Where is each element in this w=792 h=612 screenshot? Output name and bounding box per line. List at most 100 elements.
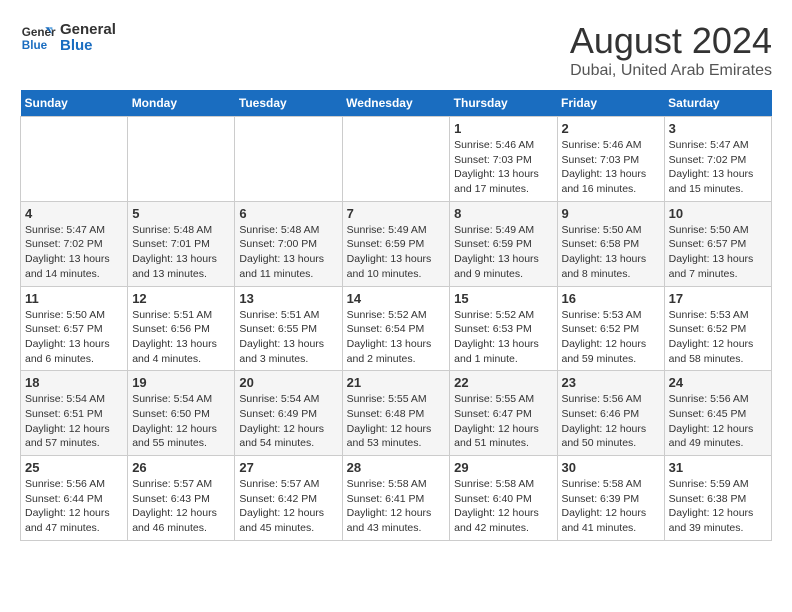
calendar-cell: 31Sunrise: 5:59 AMSunset: 6:38 PMDayligh… xyxy=(664,456,771,541)
calendar-cell: 19 Sunrise: 5:54 AMSunset: 6:50 PMDayligh… xyxy=(128,371,235,456)
day-info: Sunrise: 5:54 AMSunset: 6:50 PMDaylight:… xyxy=(132,392,230,451)
calendar-cell: 6 Sunrise: 5:48 AMSunset: 7:00 PMDaylight… xyxy=(235,201,342,286)
calendar-cell: 7Sunrise: 5:49 AMSunset: 6:59 PMDaylight… xyxy=(342,201,450,286)
calendar-cell: 26 Sunrise: 5:57 AMSunset: 6:43 PMDayligh… xyxy=(128,456,235,541)
calendar-cell: 28 Sunrise: 5:58 AMSunset: 6:41 PMDayligh… xyxy=(342,456,450,541)
calendar-cell: 12Sunrise: 5:51 AMSunset: 6:56 PMDayligh… xyxy=(128,286,235,371)
header-cell-tuesday: Tuesday xyxy=(235,90,342,117)
day-number: 25 xyxy=(25,460,123,475)
day-info: Sunrise: 5:56 AMSunset: 6:44 PMDaylight:… xyxy=(25,477,123,536)
day-number: 15 xyxy=(454,291,552,306)
day-number: 6 xyxy=(239,206,337,221)
calendar-cell xyxy=(342,117,450,202)
calendar-cell xyxy=(235,117,342,202)
day-info: Sunrise: 5:58 AMSunset: 6:39 PMDaylight:… xyxy=(562,477,660,536)
day-info: Sunrise: 5:46 AMSunset: 7:03 PMDaylight:… xyxy=(454,138,552,197)
day-number: 14 xyxy=(347,291,446,306)
calendar-cell: 9 Sunrise: 5:50 AMSunset: 6:58 PMDaylight… xyxy=(557,201,664,286)
day-number: 20 xyxy=(239,375,337,390)
day-info: Sunrise: 5:57 AMSunset: 6:43 PMDaylight:… xyxy=(132,477,230,536)
calendar-table: SundayMondayTuesdayWednesdayThursdayFrid… xyxy=(20,90,772,541)
day-info: Sunrise: 5:55 AMSunset: 6:47 PMDaylight:… xyxy=(454,392,552,451)
calendar-cell: 29Sunrise: 5:58 AMSunset: 6:40 PMDayligh… xyxy=(450,456,557,541)
day-number: 5 xyxy=(132,206,230,221)
calendar-cell: 10Sunrise: 5:50 AMSunset: 6:57 PMDayligh… xyxy=(664,201,771,286)
day-number: 31 xyxy=(669,460,767,475)
calendar-week-1: 1Sunrise: 5:46 AMSunset: 7:03 PMDaylight… xyxy=(21,117,772,202)
calendar-week-4: 18 Sunrise: 5:54 AMSunset: 6:51 PMDayligh… xyxy=(21,371,772,456)
calendar-cell: 4 Sunrise: 5:47 AMSunset: 7:02 PMDaylight… xyxy=(21,201,128,286)
header-cell-wednesday: Wednesday xyxy=(342,90,450,117)
calendar-header: SundayMondayTuesdayWednesdayThursdayFrid… xyxy=(21,90,772,117)
day-number: 10 xyxy=(669,206,767,221)
day-number: 13 xyxy=(239,291,337,306)
calendar-cell: 16Sunrise: 5:53 AMSunset: 6:52 PMDayligh… xyxy=(557,286,664,371)
day-number: 8 xyxy=(454,206,552,221)
calendar-week-3: 11 Sunrise: 5:50 AMSunset: 6:57 PMDayligh… xyxy=(21,286,772,371)
logo-text: General Blue xyxy=(60,22,116,55)
logo: General Blue General Blue xyxy=(20,20,116,56)
logo-icon: General Blue xyxy=(20,20,56,56)
calendar-week-2: 4 Sunrise: 5:47 AMSunset: 7:02 PMDaylight… xyxy=(21,201,772,286)
day-info: Sunrise: 5:47 AMSunset: 7:02 PMDaylight:… xyxy=(669,138,767,197)
day-number: 9 xyxy=(562,206,660,221)
calendar-cell: 15 Sunrise: 5:52 AMSunset: 6:53 PMDayligh… xyxy=(450,286,557,371)
day-number: 21 xyxy=(347,375,446,390)
day-info: Sunrise: 5:49 AMSunset: 6:59 PMDaylight:… xyxy=(454,223,552,282)
day-number: 27 xyxy=(239,460,337,475)
day-info: Sunrise: 5:48 AMSunset: 7:00 PMDaylight:… xyxy=(239,223,337,282)
day-info: Sunrise: 5:55 AMSunset: 6:48 PMDaylight:… xyxy=(347,392,446,451)
day-info: Sunrise: 5:52 AMSunset: 6:53 PMDaylight:… xyxy=(454,308,552,367)
calendar-body: 1Sunrise: 5:46 AMSunset: 7:03 PMDaylight… xyxy=(21,117,772,541)
day-number: 28 xyxy=(347,460,446,475)
day-info: Sunrise: 5:54 AMSunset: 6:49 PMDaylight:… xyxy=(239,392,337,451)
day-number: 23 xyxy=(562,375,660,390)
calendar-cell: 25 Sunrise: 5:56 AMSunset: 6:44 PMDayligh… xyxy=(21,456,128,541)
calendar-cell xyxy=(128,117,235,202)
day-number: 30 xyxy=(562,460,660,475)
day-number: 19 xyxy=(132,375,230,390)
day-number: 7 xyxy=(347,206,446,221)
calendar-cell: 24Sunrise: 5:56 AMSunset: 6:45 PMDayligh… xyxy=(664,371,771,456)
day-info: Sunrise: 5:50 AMSunset: 6:57 PMDaylight:… xyxy=(25,308,123,367)
day-info: Sunrise: 5:51 AMSunset: 6:55 PMDaylight:… xyxy=(239,308,337,367)
header-row: SundayMondayTuesdayWednesdayThursdayFrid… xyxy=(21,90,772,117)
day-info: Sunrise: 5:52 AMSunset: 6:54 PMDaylight:… xyxy=(347,308,446,367)
day-info: Sunrise: 5:50 AMSunset: 6:58 PMDaylight:… xyxy=(562,223,660,282)
calendar-cell: 27 Sunrise: 5:57 AMSunset: 6:42 PMDayligh… xyxy=(235,456,342,541)
svg-text:Blue: Blue xyxy=(22,39,48,52)
day-number: 3 xyxy=(669,121,767,136)
day-info: Sunrise: 5:58 AMSunset: 6:41 PMDaylight:… xyxy=(347,477,446,536)
day-info: Sunrise: 5:47 AMSunset: 7:02 PMDaylight:… xyxy=(25,223,123,282)
day-info: Sunrise: 5:53 AMSunset: 6:52 PMDaylight:… xyxy=(562,308,660,367)
main-title: August 2024 xyxy=(570,20,772,62)
day-info: Sunrise: 5:56 AMSunset: 6:46 PMDaylight:… xyxy=(562,392,660,451)
calendar-cell: 1Sunrise: 5:46 AMSunset: 7:03 PMDaylight… xyxy=(450,117,557,202)
calendar-cell: 11 Sunrise: 5:50 AMSunset: 6:57 PMDayligh… xyxy=(21,286,128,371)
day-number: 11 xyxy=(25,291,123,306)
calendar-cell: 14 Sunrise: 5:52 AMSunset: 6:54 PMDayligh… xyxy=(342,286,450,371)
calendar-cell: 20 Sunrise: 5:54 AMSunset: 6:49 PMDayligh… xyxy=(235,371,342,456)
header-cell-thursday: Thursday xyxy=(450,90,557,117)
day-info: Sunrise: 5:56 AMSunset: 6:45 PMDaylight:… xyxy=(669,392,767,451)
calendar-cell: 3 Sunrise: 5:47 AMSunset: 7:02 PMDaylight… xyxy=(664,117,771,202)
day-number: 4 xyxy=(25,206,123,221)
day-info: Sunrise: 5:46 AMSunset: 7:03 PMDaylight:… xyxy=(562,138,660,197)
day-number: 18 xyxy=(25,375,123,390)
sub-title: Dubai, United Arab Emirates xyxy=(570,62,772,80)
calendar-cell: 22 Sunrise: 5:55 AMSunset: 6:47 PMDayligh… xyxy=(450,371,557,456)
calendar-cell xyxy=(21,117,128,202)
day-number: 12 xyxy=(132,291,230,306)
day-number: 26 xyxy=(132,460,230,475)
calendar-cell: 21 Sunrise: 5:55 AMSunset: 6:48 PMDayligh… xyxy=(342,371,450,456)
logo-line1: General xyxy=(60,22,116,39)
day-number: 22 xyxy=(454,375,552,390)
calendar-cell: 2Sunrise: 5:46 AMSunset: 7:03 PMDaylight… xyxy=(557,117,664,202)
header-cell-monday: Monday xyxy=(128,90,235,117)
calendar-cell: 23 Sunrise: 5:56 AMSunset: 6:46 PMDayligh… xyxy=(557,371,664,456)
calendar-cell: 13 Sunrise: 5:51 AMSunset: 6:55 PMDayligh… xyxy=(235,286,342,371)
calendar-cell: 17Sunrise: 5:53 AMSunset: 6:52 PMDayligh… xyxy=(664,286,771,371)
day-info: Sunrise: 5:57 AMSunset: 6:42 PMDaylight:… xyxy=(239,477,337,536)
day-info: Sunrise: 5:54 AMSunset: 6:51 PMDaylight:… xyxy=(25,392,123,451)
calendar-cell: 18 Sunrise: 5:54 AMSunset: 6:51 PMDayligh… xyxy=(21,371,128,456)
